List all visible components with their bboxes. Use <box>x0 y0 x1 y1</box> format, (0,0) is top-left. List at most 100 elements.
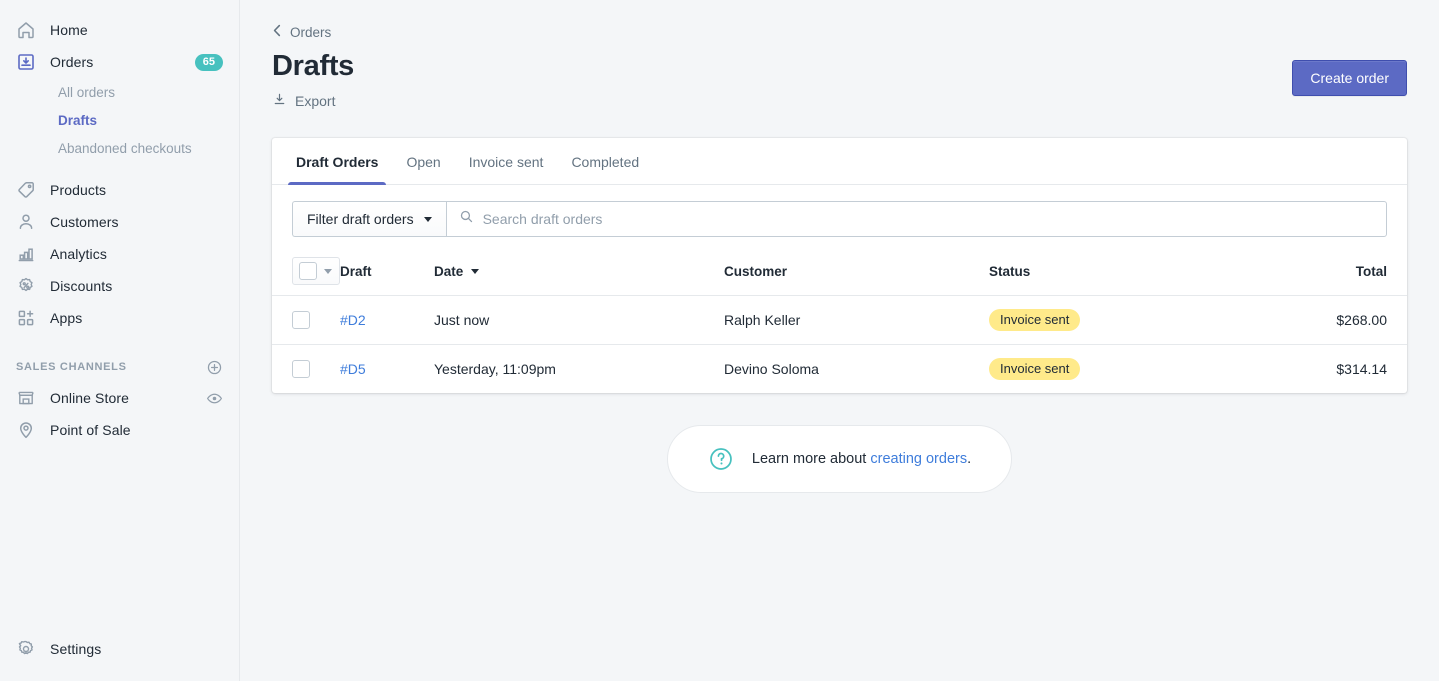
help-text-before: Learn more about <box>752 451 866 467</box>
filter-button-label: Filter draft orders <box>307 211 414 227</box>
sidebar-subitem-label: All orders <box>58 85 115 100</box>
cell-total: $314.14 <box>1225 345 1407 394</box>
creating-orders-link[interactable]: creating orders <box>870 451 967 467</box>
sidebar-item-label: Online Store <box>50 390 129 406</box>
sidebar-item-label: Settings <box>50 641 101 657</box>
tab-draft-orders[interactable]: Draft Orders <box>288 138 386 184</box>
home-icon <box>16 20 36 40</box>
table-row[interactable]: #D2 Just now Ralph Keller Invoice sent $… <box>272 296 1407 345</box>
draft-order-link[interactable]: #D2 <box>340 312 366 328</box>
page-header-left: Drafts Export <box>272 46 1292 112</box>
filter-draft-orders-button[interactable]: Filter draft orders <box>292 201 446 237</box>
sidebar-subitem-abandoned-checkouts[interactable]: Abandoned checkouts <box>8 134 231 162</box>
sidebar-item-discounts[interactable]: Discounts <box>8 270 231 302</box>
checkbox-unchecked[interactable] <box>292 360 310 378</box>
search-input[interactable] <box>483 211 1374 227</box>
column-header-total[interactable]: Total <box>1225 249 1407 296</box>
map-pin-icon <box>16 420 36 440</box>
sidebar-item-label: Analytics <box>50 246 107 262</box>
cell-customer: Ralph Keller <box>724 296 989 345</box>
draft-orders-table: Draft Date Customer Status Total <box>272 249 1407 393</box>
plus-circle-icon[interactable] <box>206 359 223 376</box>
nav-spacer <box>0 162 239 174</box>
date-sort-control[interactable]: Date <box>434 264 479 279</box>
status-badge: Invoice sent <box>989 358 1080 380</box>
export-label: Export <box>295 93 335 109</box>
footer-help-section: Learn more about creating orders. <box>272 425 1407 493</box>
tag-icon <box>16 180 36 200</box>
main-content: Orders Drafts Export <box>240 0 1439 681</box>
sales-channels-header: SALES CHANNELS <box>8 352 231 382</box>
status-badge: Invoice sent <box>989 309 1080 331</box>
tab-completed[interactable]: Completed <box>563 138 647 184</box>
apps-grid-plus-icon <box>16 308 36 328</box>
eye-icon[interactable] <box>206 390 223 407</box>
sidebar-item-apps[interactable]: Apps <box>8 302 231 334</box>
caret-down-icon[interactable] <box>324 269 332 274</box>
sidebar: Home Orders 65 All orders Draft <box>0 0 240 681</box>
page-title: Drafts <box>272 46 1292 86</box>
sidebar-item-label: Point of Sale <box>50 422 131 438</box>
cell-total: $268.00 <box>1225 296 1407 345</box>
search-icon <box>459 209 474 229</box>
sidebar-item-orders[interactable]: Orders 65 <box>8 46 231 78</box>
storefront-icon <box>16 388 36 408</box>
question-circle-icon <box>708 446 734 472</box>
help-pill: Learn more about creating orders. <box>667 425 1012 493</box>
sidebar-item-point-of-sale[interactable]: Point of Sale <box>8 414 231 446</box>
tab-open[interactable]: Open <box>398 138 448 184</box>
select-all-cell <box>272 249 340 296</box>
cell-draft: #D5 <box>340 345 434 394</box>
discount-percent-icon <box>16 276 36 296</box>
sidebar-primary-nav: Home Orders 65 All orders Draft <box>0 0 239 446</box>
breadcrumb[interactable]: Orders <box>272 24 331 40</box>
column-header-status[interactable]: Status <box>989 249 1225 296</box>
help-text: Learn more about creating orders. <box>752 451 971 467</box>
cell-date: Yesterday, 11:09pm <box>434 345 724 394</box>
sidebar-item-label: Home <box>50 22 88 38</box>
orders-inbox-icon <box>16 52 36 72</box>
draft-orders-card: Draft Orders Open Invoice sent Completed… <box>272 138 1407 393</box>
column-header-customer[interactable]: Customer <box>724 249 989 296</box>
sidebar-item-products[interactable]: Products <box>8 174 231 206</box>
breadcrumb-label: Orders <box>290 25 331 40</box>
person-icon <box>16 212 36 232</box>
main-inner: Orders Drafts Export <box>240 0 1439 493</box>
page-header: Drafts Export Create order <box>272 46 1407 112</box>
select-all-control[interactable] <box>292 257 340 285</box>
sidebar-item-customers[interactable]: Customers <box>8 206 231 238</box>
tab-invoice-sent[interactable]: Invoice sent <box>461 138 552 184</box>
app-root: Home Orders 65 All orders Draft <box>0 0 1439 681</box>
column-header-draft[interactable]: Draft <box>340 249 434 296</box>
gear-icon <box>16 639 36 659</box>
sales-channels-title: SALES CHANNELS <box>16 361 127 373</box>
sidebar-item-analytics[interactable]: Analytics <box>8 238 231 270</box>
sidebar-item-label: Orders <box>50 54 93 70</box>
sidebar-item-label: Discounts <box>50 278 112 294</box>
search-field-wrapper[interactable] <box>446 201 1387 237</box>
export-button[interactable]: Export <box>272 92 335 110</box>
checkbox-unchecked[interactable] <box>292 311 310 329</box>
table-header-row: Draft Date Customer Status Total <box>272 249 1407 296</box>
sidebar-item-settings[interactable]: Settings <box>8 633 231 665</box>
checkbox-unchecked[interactable] <box>299 262 317 280</box>
sidebar-settings-container: Settings <box>0 633 239 665</box>
create-order-button[interactable]: Create order <box>1292 60 1407 96</box>
sidebar-item-label: Customers <box>50 214 119 230</box>
caret-down-icon <box>471 269 479 274</box>
bar-chart-icon <box>16 244 36 264</box>
column-header-date[interactable]: Date <box>434 249 724 296</box>
table-head: Draft Date Customer Status Total <box>272 249 1407 296</box>
sidebar-subitem-all-orders[interactable]: All orders <box>8 78 231 106</box>
sidebar-item-home[interactable]: Home <box>8 14 231 46</box>
cell-date: Just now <box>434 296 724 345</box>
sidebar-item-label: Products <box>50 182 106 198</box>
chevron-left-icon <box>272 24 283 40</box>
table-row[interactable]: #D5 Yesterday, 11:09pm Devino Soloma Inv… <box>272 345 1407 394</box>
orders-count-badge: 65 <box>195 54 223 71</box>
column-header-date-label: Date <box>434 264 463 279</box>
sidebar-subitem-drafts[interactable]: Drafts <box>8 106 231 134</box>
draft-order-link[interactable]: #D5 <box>340 361 366 377</box>
sidebar-item-online-store[interactable]: Online Store <box>8 382 231 414</box>
cell-status: Invoice sent <box>989 296 1225 345</box>
